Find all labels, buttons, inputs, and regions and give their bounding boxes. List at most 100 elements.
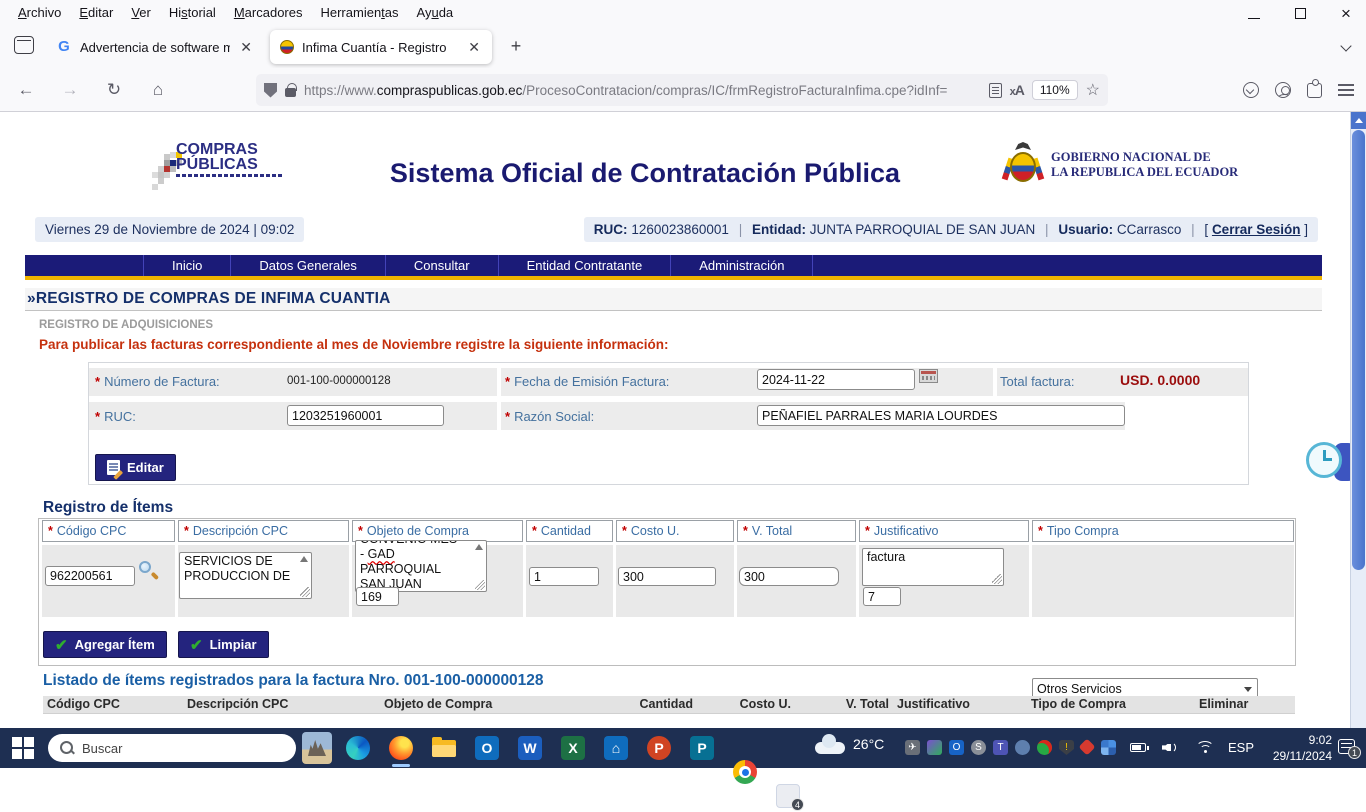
nav-inicio[interactable]: Inicio bbox=[143, 255, 232, 276]
menu-ayuda[interactable]: Ayuda bbox=[409, 3, 462, 22]
weather-widget[interactable]: 1 26°C bbox=[815, 734, 884, 754]
tab-close-icon[interactable]: ✕ bbox=[466, 39, 482, 56]
tab-infima-cuantia-active[interactable]: Infima Cuantía - Registro ✕ bbox=[270, 30, 492, 64]
minimize-icon[interactable] bbox=[1244, 6, 1264, 22]
menu-editar[interactable]: Editar bbox=[71, 3, 121, 22]
resize-grip-icon[interactable] bbox=[475, 580, 485, 590]
google-favicon: G bbox=[58, 38, 70, 55]
objeto-extra-input[interactable] bbox=[356, 587, 399, 606]
tray-icon-2[interactable] bbox=[927, 740, 942, 755]
outlook-icon[interactable]: O bbox=[475, 736, 499, 760]
listado-title: Listado de ítems registrados para la fac… bbox=[43, 672, 544, 689]
notification-center-icon[interactable]: 1 bbox=[1338, 739, 1361, 759]
tray-icon-antivirus[interactable] bbox=[1037, 740, 1052, 755]
search-highlight-image[interactable] bbox=[302, 732, 332, 764]
tray-icon-grid[interactable] bbox=[1101, 740, 1116, 755]
pocket-icon[interactable] bbox=[1243, 82, 1259, 98]
scroll-up-icon[interactable] bbox=[475, 544, 483, 550]
url-bar[interactable]: https://www.compraspublicas.gob.ec/Proce… bbox=[256, 74, 1108, 106]
zoom-level-badge[interactable]: 110% bbox=[1031, 80, 1078, 100]
account-icon[interactable] bbox=[1275, 82, 1291, 98]
publisher-icon[interactable]: P bbox=[690, 736, 714, 760]
maximize-icon[interactable] bbox=[1290, 6, 1310, 22]
volume-icon[interactable] bbox=[1162, 740, 1178, 754]
tray-icon-1[interactable]: ✈ bbox=[905, 740, 920, 755]
tracking-shield-icon[interactable] bbox=[264, 82, 277, 98]
nav-consultar[interactable]: Consultar bbox=[386, 255, 499, 276]
calendar-icon[interactable] bbox=[919, 369, 938, 383]
listado-header-descripcion: Descripción CPC bbox=[183, 696, 380, 714]
razon-social-input[interactable] bbox=[757, 405, 1125, 426]
scroll-up-icon[interactable] bbox=[300, 556, 308, 562]
cerrar-sesion-link[interactable]: Cerrar Sesión bbox=[1212, 222, 1301, 237]
powerpoint-icon[interactable]: P bbox=[647, 736, 671, 760]
resize-grip-icon[interactable] bbox=[300, 587, 310, 597]
start-button[interactable] bbox=[12, 737, 34, 759]
tab-advertencia[interactable]: G Advertencia de software malici ✕ bbox=[46, 30, 264, 64]
col-header-descripcion: * Descripción CPC bbox=[178, 520, 349, 542]
bookmark-star-icon[interactable]: ☆ bbox=[1086, 80, 1100, 100]
limpiar-button[interactable]: ✔ Limpiar bbox=[178, 631, 269, 658]
menu-historial[interactable]: Historial bbox=[161, 3, 224, 22]
tray-icon-teams[interactable]: T bbox=[993, 740, 1008, 755]
cantidad-input[interactable] bbox=[529, 567, 599, 586]
list-all-tabs-icon[interactable] bbox=[1342, 42, 1352, 52]
scrollbar-thumb[interactable] bbox=[1352, 130, 1365, 570]
firefox-icon[interactable] bbox=[389, 736, 413, 760]
menu-archivo[interactable]: Archivo bbox=[10, 3, 69, 22]
wifi-icon[interactable] bbox=[1196, 741, 1214, 754]
lock-icon[interactable] bbox=[285, 83, 297, 97]
descripcion-cpc-textarea[interactable]: SERVICIOS DE PRODUCCION DE bbox=[179, 552, 312, 599]
search-cpc-icon[interactable] bbox=[139, 561, 160, 581]
editar-button[interactable]: Editar bbox=[95, 454, 176, 481]
excel-icon[interactable]: X bbox=[561, 736, 585, 760]
extensions-icon[interactable] bbox=[1307, 78, 1322, 98]
window-group-icon[interactable]: 4 bbox=[776, 784, 804, 811]
page-scrollbar[interactable] bbox=[1350, 112, 1366, 728]
firefox-view-icon[interactable] bbox=[14, 36, 34, 54]
tray-icon-4[interactable]: S bbox=[971, 740, 986, 755]
costo-u-input[interactable] bbox=[618, 567, 716, 586]
justificativo-extra-input[interactable] bbox=[863, 587, 901, 606]
justificativo-textarea[interactable]: factura bbox=[862, 548, 1004, 586]
nav-datos-generales[interactable]: Datos Generales bbox=[231, 255, 386, 276]
store-icon[interactable]: ⌂ bbox=[604, 736, 628, 760]
taskbar-clock[interactable]: 9:02 29/11/2024 bbox=[1240, 732, 1332, 764]
back-button[interactable]: ← bbox=[12, 76, 40, 104]
new-tab-button[interactable]: + bbox=[504, 36, 528, 57]
forward-button[interactable]: → bbox=[56, 76, 84, 104]
close-icon[interactable]: × bbox=[1336, 4, 1356, 24]
listado-header-eliminar: Eliminar bbox=[1195, 696, 1295, 714]
tray-icon-red-diamond[interactable] bbox=[1078, 738, 1096, 756]
search-icon bbox=[60, 741, 74, 755]
navigation-toolbar: ← → ↻ ⌂ https://www.compraspublicas.gob.… bbox=[0, 68, 1366, 112]
nav-entidad-contratante[interactable]: Entidad Contratante bbox=[499, 255, 672, 276]
nav-administracion[interactable]: Administración bbox=[671, 255, 814, 276]
reader-view-icon[interactable] bbox=[988, 82, 1002, 98]
word-icon[interactable]: W bbox=[518, 736, 542, 760]
battery-icon[interactable] bbox=[1130, 743, 1149, 752]
taskbar-search[interactable]: Buscar bbox=[48, 734, 296, 762]
tab-close-icon[interactable]: ✕ bbox=[238, 39, 254, 56]
scrollbar-up-arrow[interactable] bbox=[1351, 112, 1366, 129]
objeto-compra-textarea[interactable]: CONVENIO MES - GAD PARROQUIAL SAN JUAN bbox=[355, 540, 487, 592]
chrome-icon[interactable] bbox=[733, 760, 757, 784]
tray-icon-globe[interactable] bbox=[1015, 740, 1030, 755]
ruc-input[interactable] bbox=[287, 405, 444, 426]
menu-ver[interactable]: Ver bbox=[123, 3, 159, 22]
fecha-emision-input[interactable] bbox=[757, 369, 915, 390]
tray-icon-shield-alert[interactable]: ! bbox=[1059, 740, 1074, 755]
v-total-input[interactable] bbox=[739, 567, 839, 586]
edge-icon[interactable] bbox=[346, 736, 370, 760]
home-button[interactable]: ⌂ bbox=[144, 76, 172, 104]
agregar-item-button[interactable]: ✔ Agregar Ítem bbox=[43, 631, 167, 658]
app-menu-icon[interactable] bbox=[1338, 84, 1354, 96]
translate-icon[interactable]: xA bbox=[1010, 82, 1025, 98]
menu-herramientas[interactable]: Herramientas bbox=[312, 3, 406, 22]
menu-marcadores[interactable]: Marcadores bbox=[226, 3, 311, 22]
codigo-cpc-input[interactable] bbox=[45, 566, 135, 586]
file-explorer-icon[interactable] bbox=[432, 736, 456, 760]
reload-button[interactable]: ↻ bbox=[100, 76, 128, 104]
resize-grip-icon[interactable] bbox=[992, 574, 1002, 584]
tray-icon-outlook[interactable]: O bbox=[949, 740, 964, 755]
